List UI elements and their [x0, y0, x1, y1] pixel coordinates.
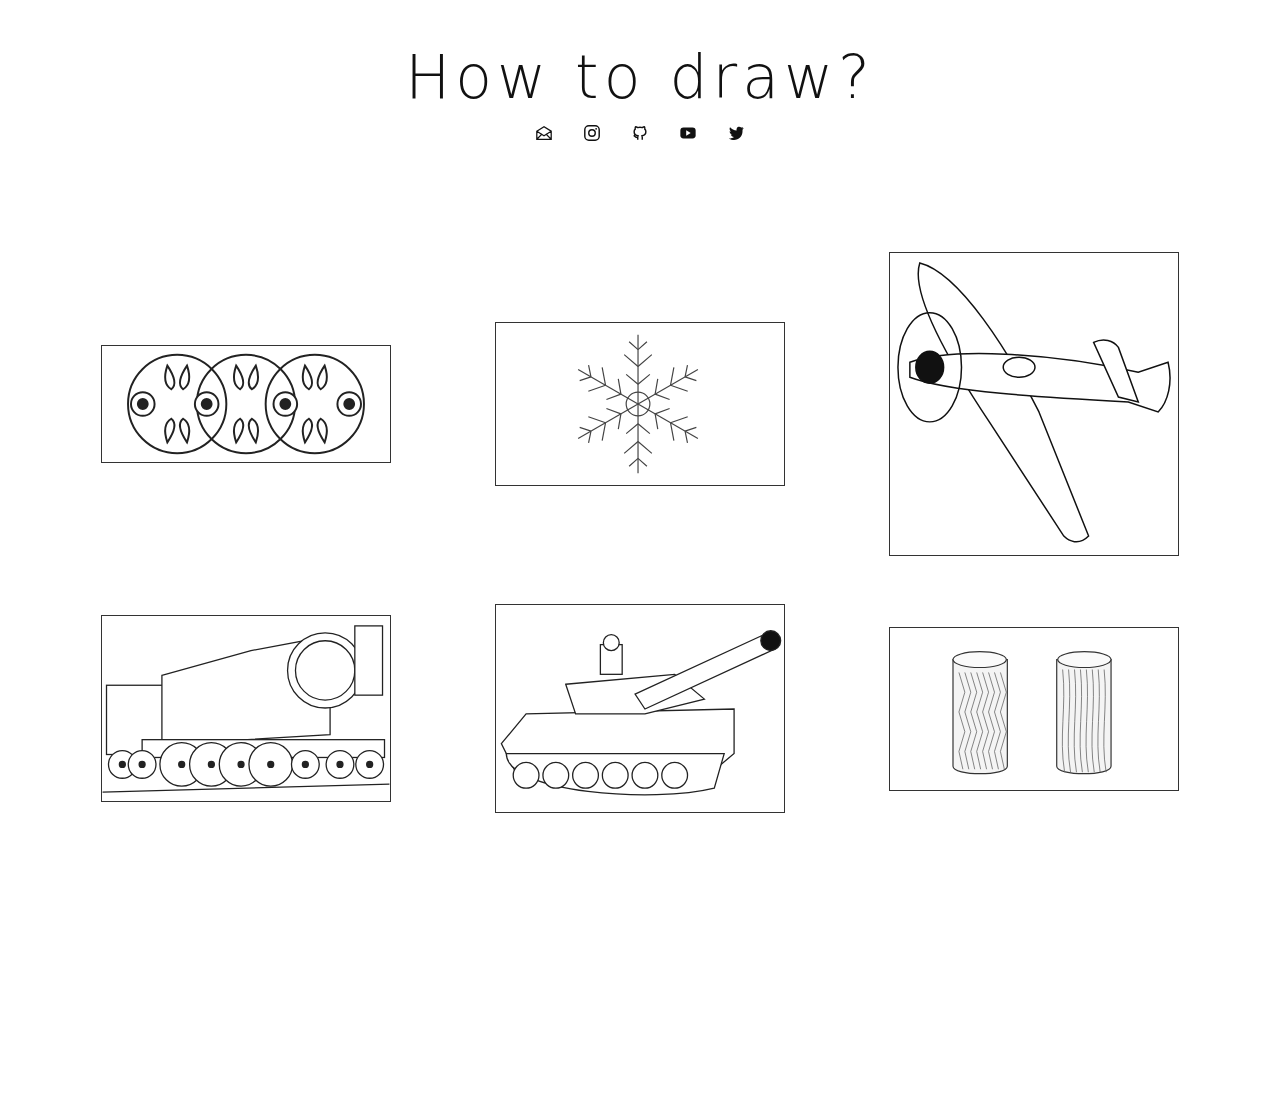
drawing-card[interactable] — [101, 615, 391, 802]
twitter-icon — [727, 124, 745, 142]
drawing-card[interactable] — [889, 627, 1179, 791]
twitter-link[interactable] — [727, 124, 745, 142]
drawing-card[interactable] — [889, 252, 1179, 556]
page: How to draw? — [0, 0, 1280, 1115]
email-link[interactable] — [535, 124, 553, 142]
instagram-icon — [583, 124, 601, 142]
ornament-drawing — [102, 346, 390, 462]
locomotive-drawing — [102, 616, 390, 801]
social-links — [535, 124, 745, 142]
youtube-icon — [679, 124, 697, 142]
drawing-grid — [0, 252, 1280, 853]
tank-drawing — [496, 605, 784, 812]
youtube-link[interactable] — [679, 124, 697, 142]
logs-drawing — [890, 628, 1178, 790]
mail-icon — [535, 124, 553, 142]
drawing-card[interactable] — [495, 604, 785, 813]
instagram-link[interactable] — [583, 124, 601, 142]
airplane-drawing — [890, 253, 1178, 555]
snowflake-drawing — [496, 323, 784, 485]
github-icon — [631, 124, 649, 142]
drawing-card[interactable] — [495, 322, 785, 486]
site-title: How to draw? — [405, 44, 875, 110]
github-link[interactable] — [631, 124, 649, 142]
header: How to draw? — [0, 0, 1280, 142]
drawing-card[interactable] — [101, 345, 391, 463]
